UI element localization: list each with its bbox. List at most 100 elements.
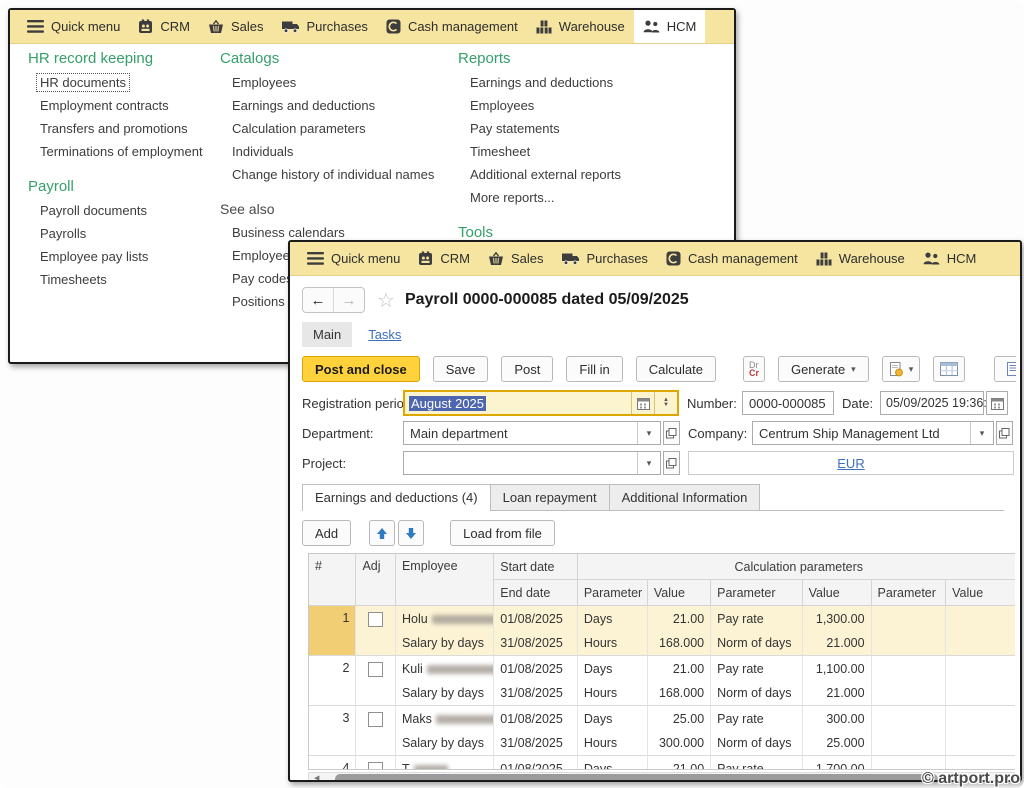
favorite-star-icon[interactable]: ☆ (377, 288, 395, 313)
home-link-earnings-and-deductions[interactable]: Earnings and deductions (458, 76, 621, 90)
menu-item-warehouse[interactable]: Warehouse (527, 10, 634, 43)
load-from-file-button[interactable]: Load from file (450, 520, 555, 546)
period-spinner[interactable]: ▲ ▼ (654, 392, 677, 414)
generate-dropdown-button[interactable]: Generate ▾ (777, 356, 869, 382)
home-link-business-calendars[interactable]: Business calendars (220, 226, 434, 240)
home-link-calculation-parameters[interactable]: Calculation parameters (220, 122, 434, 136)
col-header-value[interactable]: Value (802, 580, 872, 606)
home-link-timesheet[interactable]: Timesheet (458, 145, 621, 159)
home-link-employees[interactable]: Employees (220, 76, 434, 90)
back-arrow-icon[interactable]: ← (303, 288, 333, 312)
table-row-subline[interactable]: Salary by days 31/08/2025 Hours 168.000 Norm… (309, 631, 1015, 656)
post-button[interactable]: Post (501, 356, 554, 382)
date-calendar-button[interactable] (986, 391, 1008, 415)
col-header-employee[interactable]: Employee (395, 554, 495, 606)
adj-checkbox[interactable] (368, 712, 384, 727)
tab-additional-information[interactable]: Additional Information (608, 484, 761, 510)
menu-item-quick-menu[interactable]: Quick menu (298, 242, 409, 275)
col-header-value[interactable]: Value (946, 580, 1015, 606)
adj-checkbox[interactable] (368, 612, 384, 627)
currency-link[interactable]: EUR (837, 456, 864, 471)
home-link-individuals[interactable]: Individuals (220, 145, 434, 159)
table-row[interactable]: 3 Maks 01/08/2025 Days 25.00 Pay rate 300.00 (309, 706, 1015, 756)
menu-item-warehouse[interactable]: Warehouse (807, 242, 914, 275)
scroll-left-icon[interactable]: ◀ (314, 773, 319, 780)
col-header-calculation-parameters[interactable]: Calculation parameters (577, 554, 1015, 580)
menu-item-quick-menu[interactable]: Quick menu (18, 10, 129, 43)
table-row-subline[interactable]: Salary by days 31/08/2025 Hours 300.000 Norm… (309, 731, 1015, 756)
date-field[interactable]: 05/09/2025 19:36:43 (880, 391, 1001, 415)
move-up-button[interactable] (369, 520, 396, 546)
menu-item-cash-management[interactable]: Cash management (657, 242, 807, 275)
tab-tasks[interactable]: Tasks (368, 322, 401, 347)
adj-checkbox-cell[interactable] (356, 656, 396, 706)
col-header-adj[interactable]: Adj (356, 554, 396, 606)
calendar-icon[interactable] (631, 392, 654, 414)
chevron-down-icon[interactable]: ▾ (637, 422, 660, 444)
project-field[interactable]: ▾ (403, 451, 661, 475)
home-link-employment-contracts[interactable]: Employment contracts (28, 99, 203, 113)
number-field[interactable]: 0000-000085 (742, 391, 834, 415)
home-link-pay-statements[interactable]: Pay statements (458, 122, 621, 136)
col-header-start-date[interactable]: Start date (494, 554, 578, 580)
menu-item-crm[interactable]: CRM (409, 242, 479, 275)
add-button[interactable]: Add (302, 520, 352, 546)
open-department-icon[interactable] (663, 421, 680, 445)
menu-item-purchases[interactable]: Purchases (273, 10, 377, 43)
home-link-timesheets[interactable]: Timesheets (28, 273, 203, 287)
forward-arrow-icon[interactable]: → (333, 288, 364, 312)
menu-item-cash-management[interactable]: Cash management (377, 10, 527, 43)
print-form-dropdown-button[interactable]: ▾ (881, 356, 921, 382)
col-header-parameter[interactable]: Parameter (711, 580, 803, 606)
tab-loan-repayment[interactable]: Loan repayment (489, 484, 610, 510)
home-link-earnings-and-deductions[interactable]: Earnings and deductions (220, 99, 434, 113)
fill-in-button[interactable]: Fill in (566, 356, 623, 382)
open-company-icon[interactable] (996, 421, 1013, 445)
home-link-employee-pay-lists[interactable]: Employee pay lists (28, 250, 203, 264)
related-documents-button[interactable]: Related documents (994, 356, 1016, 382)
tab-earnings-and-deductions[interactable]: Earnings and deductions (4) (302, 484, 491, 511)
company-field[interactable]: Centrum Ship Management Ltd ▾ (752, 421, 994, 445)
home-link-hr-documents[interactable]: HR documents (28, 73, 203, 92)
department-field[interactable]: Main department ▾ (403, 421, 661, 445)
save-button[interactable]: Save (432, 356, 489, 382)
home-link-payrolls[interactable]: Payrolls (28, 227, 203, 241)
calculate-button[interactable]: Calculate (635, 356, 716, 382)
menu-item-sales[interactable]: Sales (199, 10, 273, 43)
menu-item-sales[interactable]: Sales (479, 242, 553, 275)
grid-view-button[interactable] (933, 356, 966, 382)
home-link-transfers-and-promotions[interactable]: Transfers and promotions (28, 122, 203, 136)
col-header-parameter[interactable]: Parameter (871, 580, 947, 606)
col-header-end-date[interactable]: End date (494, 580, 578, 606)
open-project-icon[interactable] (663, 451, 680, 475)
registration-period-field[interactable]: August 2025 ▲ ▼ (403, 390, 679, 416)
col-header-num[interactable]: # (309, 554, 357, 606)
table-row[interactable]: 2 Kuli 01/08/2025 Days 21.00 Pay rate 1,100.00 (309, 656, 1015, 706)
col-header-parameter[interactable]: Parameter (577, 580, 648, 606)
home-link-payroll-documents[interactable]: Payroll documents (28, 204, 203, 218)
home-link-change-history-of-individual-names[interactable]: Change history of individual names (220, 168, 434, 182)
home-link-more-reports[interactable]: More reports... (458, 191, 621, 205)
adj-checkbox-cell[interactable] (356, 606, 396, 656)
menu-item-hcm[interactable]: HCM (633, 10, 706, 43)
menu-item-hcm[interactable]: HCM (914, 242, 986, 275)
home-link-employees[interactable]: Employees (458, 99, 621, 113)
adj-checkbox[interactable] (368, 762, 384, 769)
adj-checkbox-cell[interactable] (356, 706, 396, 756)
home-link-additional-external-reports[interactable]: Additional external reports (458, 168, 621, 182)
tab-main[interactable]: Main (302, 321, 353, 347)
menu-item-crm[interactable]: CRM (129, 10, 199, 43)
chevron-down-icon[interactable]: ▾ (970, 422, 993, 444)
table-row-subline[interactable]: Salary by days 31/08/2025 Hours 168.000 Norm… (309, 681, 1015, 706)
table-row[interactable]: 1 Holu 01/08/2025 Days 21.00 Pay rate 1,300.00 (309, 606, 1015, 656)
menu-item-purchases[interactable]: Purchases (553, 242, 657, 275)
dr-cr-postings-button[interactable]: Dr Cr (742, 356, 765, 382)
horizontal-scrollbar[interactable]: ◀ (308, 772, 1015, 780)
home-link-terminations-of-employment[interactable]: Terminations of employment (28, 145, 203, 159)
adj-checkbox[interactable] (368, 662, 384, 677)
adj-checkbox-cell[interactable] (356, 756, 396, 769)
chevron-down-icon[interactable]: ▾ (637, 452, 660, 474)
move-down-button[interactable] (398, 520, 425, 546)
post-and-close-button[interactable]: Post and close (302, 356, 420, 382)
table-row[interactable]: 4 T 01/08/2025 Days 21.00 Pay rate 1,700.00 (309, 756, 1015, 769)
